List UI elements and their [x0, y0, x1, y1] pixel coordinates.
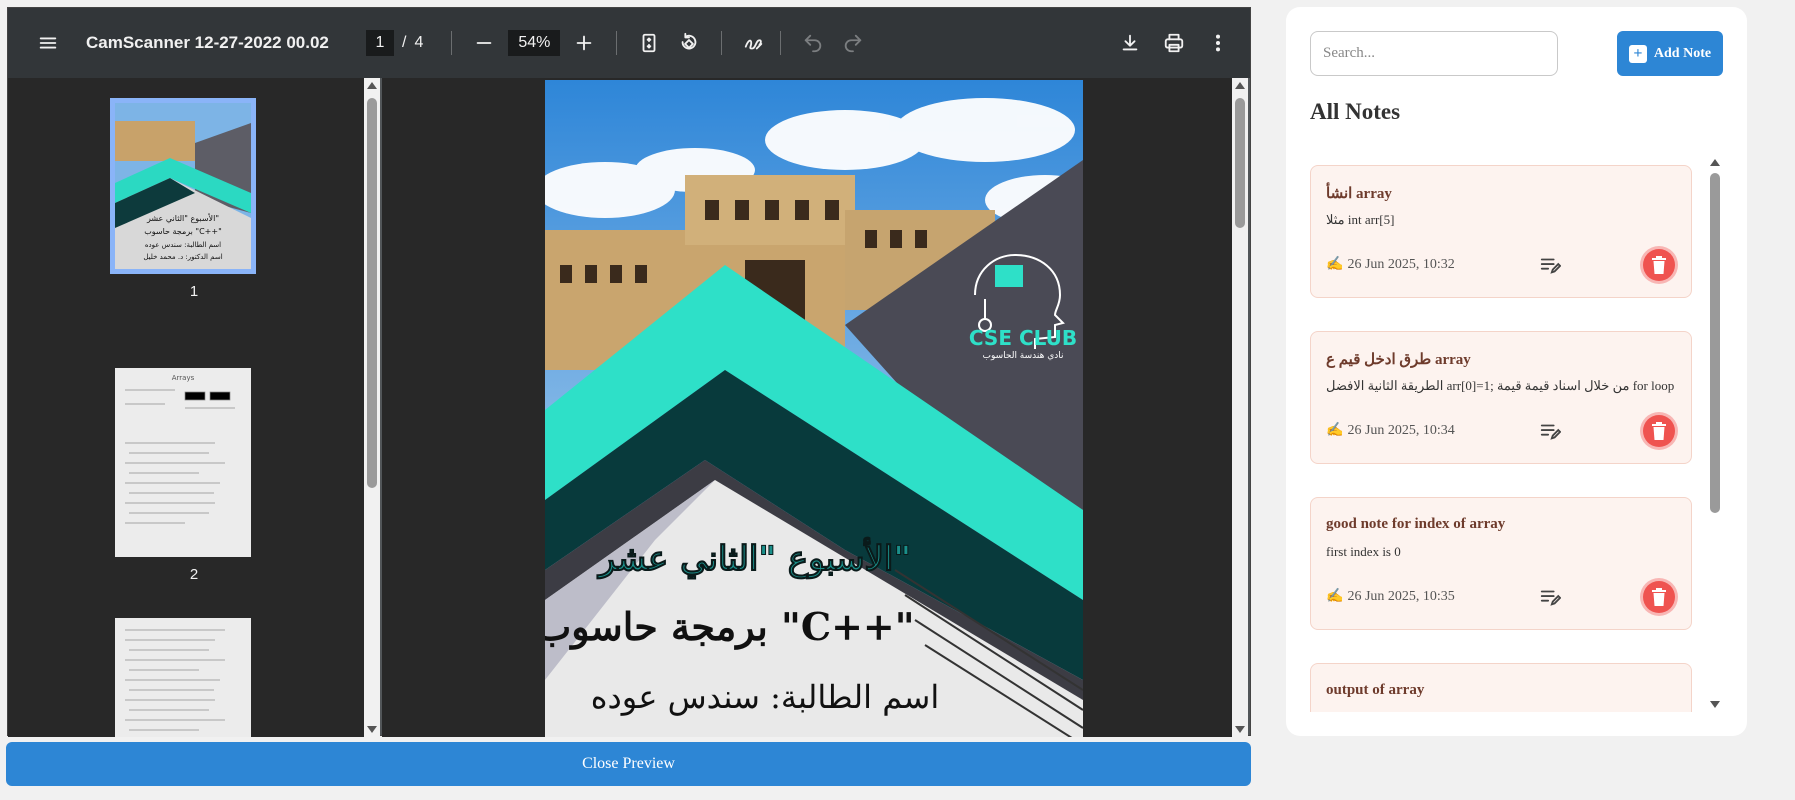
- writing-hand-icon: ✍️: [1326, 589, 1344, 604]
- thumb-text-line2: برمجة حاسوب "C++": [144, 227, 222, 236]
- scroll-down-arrow-icon[interactable]: [367, 726, 377, 733]
- more-vert-icon[interactable]: [1200, 25, 1236, 61]
- menu-icon[interactable]: [30, 25, 66, 61]
- page-image: CSE CLUB نادي هندسة الحاسوب الأسبوع "الث…: [545, 80, 1083, 737]
- thumbnail-page-3[interactable]: [115, 618, 251, 737]
- viewer-toolbar: CamScanner 12-27-2022 00.02 / 4: [8, 8, 1250, 78]
- print-icon[interactable]: [1156, 25, 1192, 61]
- note-date: ✍️ 26 Jun 2025, 10:34: [1326, 422, 1455, 439]
- thumbnail-page-1[interactable]: الأسبوع "الثاني عشر" برمجة حاسوب "C++" ا…: [110, 98, 256, 274]
- page-line-2: برمجة حاسوب "C++": [545, 604, 915, 650]
- delete-note-button[interactable]: [1643, 249, 1675, 281]
- writing-hand-icon: ✍️: [1326, 257, 1344, 272]
- add-note-button[interactable]: + Add Note: [1617, 31, 1723, 76]
- note-card[interactable]: انشأ array مثلا int arr[5] ✍️ 26 Jun 202…: [1310, 165, 1692, 298]
- thumb-text-line4: اسم الدكتور: د. محمد خليل: [143, 253, 222, 261]
- trash-icon: [1652, 588, 1666, 606]
- note-date-text: 26 Jun 2025, 10:35: [1347, 588, 1455, 604]
- note-title: انشأ array: [1326, 186, 1392, 202]
- thumb-text-line3: اسم الطالبة: سندس عوده: [145, 241, 221, 249]
- notes-heading: All Notes: [1310, 99, 1401, 124]
- logo-text: CSE CLUB: [969, 326, 1077, 350]
- delete-note-button[interactable]: [1643, 415, 1675, 447]
- thumbnail-1-image: الأسبوع "الثاني عشر" برمجة حاسوب "C++" ا…: [115, 103, 251, 269]
- pdf-page-1: CSE CLUB نادي هندسة الحاسوب الأسبوع "الث…: [545, 80, 1083, 737]
- page-number-input[interactable]: [366, 30, 394, 56]
- thumbnail-scrollbar-thumb[interactable]: [367, 98, 377, 488]
- draw-icon[interactable]: [736, 25, 772, 61]
- rotate-icon[interactable]: [671, 25, 707, 61]
- notes-scrollbar-thumb[interactable]: [1710, 173, 1720, 513]
- add-note-label: Add Note: [1653, 45, 1712, 61]
- page-view[interactable]: CSE CLUB نادي هندسة الحاسوب الأسبوع "الث…: [382, 78, 1248, 737]
- undo-icon[interactable]: [795, 25, 831, 61]
- notes-list[interactable]: انشأ array مثلا int arr[5] ✍️ 26 Jun 202…: [1286, 157, 1747, 712]
- thumb-text-line1: الأسبوع "الثاني عشر": [146, 213, 219, 223]
- scroll-up-arrow-icon[interactable]: [1235, 82, 1245, 89]
- pdf-viewer: CamScanner 12-27-2022 00.02 / 4: [7, 7, 1251, 737]
- note-body: الطريقة الثانية الافضل arr[0]=1; من خلال…: [1326, 378, 1675, 393]
- edit-note-icon[interactable]: [1539, 420, 1563, 444]
- thumbnail-label-1: 1: [189, 283, 199, 300]
- note-date-text: 26 Jun 2025, 10:32: [1347, 256, 1455, 272]
- thumbnail-scrollbar[interactable]: [364, 78, 380, 737]
- close-preview-button[interactable]: Close Preview: [6, 742, 1251, 786]
- note-date: ✍️ 26 Jun 2025, 10:35: [1326, 588, 1455, 605]
- toolbar-divider: [721, 31, 723, 55]
- notes-panel: + Add Note All Notes انشأ array مثلا int…: [1286, 7, 1747, 736]
- page-scrollbar[interactable]: [1232, 78, 1248, 737]
- page-scrollbar-thumb[interactable]: [1235, 98, 1245, 228]
- thumb-2-heading: Arrays: [172, 374, 195, 382]
- thumbnail-label-2: 2: [189, 566, 199, 583]
- plus-icon[interactable]: [566, 25, 602, 61]
- page-line-1: الأسبوع "الثاني عشر": [597, 537, 911, 579]
- plus-icon: +: [1628, 44, 1647, 63]
- scroll-up-arrow-icon[interactable]: [1710, 159, 1720, 166]
- trash-icon: [1652, 422, 1666, 440]
- download-icon[interactable]: [1112, 25, 1148, 61]
- toolbar-divider: [616, 31, 618, 55]
- note-date-text: 26 Jun 2025, 10:34: [1347, 422, 1455, 438]
- edit-note-icon[interactable]: [1539, 254, 1563, 278]
- thumbnail-page-2[interactable]: Arrays: [115, 368, 251, 557]
- scroll-down-arrow-icon[interactable]: [1235, 726, 1245, 733]
- thumbnail-sidebar[interactable]: الأسبوع "الثاني عشر" برمجة حاسوب "C++" ا…: [8, 78, 380, 737]
- toolbar-divider: [780, 31, 782, 55]
- document-title: CamScanner 12-27-2022 00.02: [86, 33, 329, 52]
- thumbnail-2-image: Arrays: [115, 368, 251, 557]
- note-card[interactable]: good note for index of array first index…: [1310, 497, 1692, 630]
- logo-subtext: نادي هندسة الحاسوب: [982, 351, 1063, 361]
- page-line-3: اسم الطالبة: سندس عوده: [591, 678, 939, 716]
- notes-scrollbar[interactable]: [1708, 157, 1722, 712]
- zoom-input[interactable]: [508, 30, 561, 56]
- writing-hand-icon: ✍️: [1326, 423, 1344, 438]
- scroll-up-arrow-icon[interactable]: [367, 82, 377, 89]
- toolbar-divider: [451, 31, 453, 55]
- thumbnail-3-image: [115, 618, 251, 737]
- edit-note-icon[interactable]: [1539, 586, 1563, 610]
- page-total: 4: [414, 34, 424, 51]
- note-title: output of array: [1326, 682, 1425, 698]
- note-card[interactable]: طرق ادخل قيم ع array الطريقة الثانية الا…: [1310, 331, 1692, 464]
- note-card[interactable]: output of array: [1310, 663, 1692, 712]
- minus-icon[interactable]: [466, 25, 502, 61]
- scroll-down-arrow-icon[interactable]: [1710, 701, 1720, 708]
- note-body: مثلا int arr[5]: [1326, 212, 1395, 227]
- redo-icon[interactable]: [835, 25, 871, 61]
- search-input[interactable]: [1310, 31, 1558, 76]
- trash-icon: [1652, 256, 1666, 274]
- fit-page-icon[interactable]: [631, 25, 667, 61]
- note-title: good note for index of array: [1326, 516, 1506, 532]
- note-body: first index is 0: [1326, 544, 1401, 559]
- delete-note-button[interactable]: [1643, 581, 1675, 613]
- note-title: طرق ادخل قيم ع array: [1326, 352, 1471, 368]
- note-date: ✍️ 26 Jun 2025, 10:32: [1326, 256, 1455, 273]
- page-separator: /: [402, 34, 407, 51]
